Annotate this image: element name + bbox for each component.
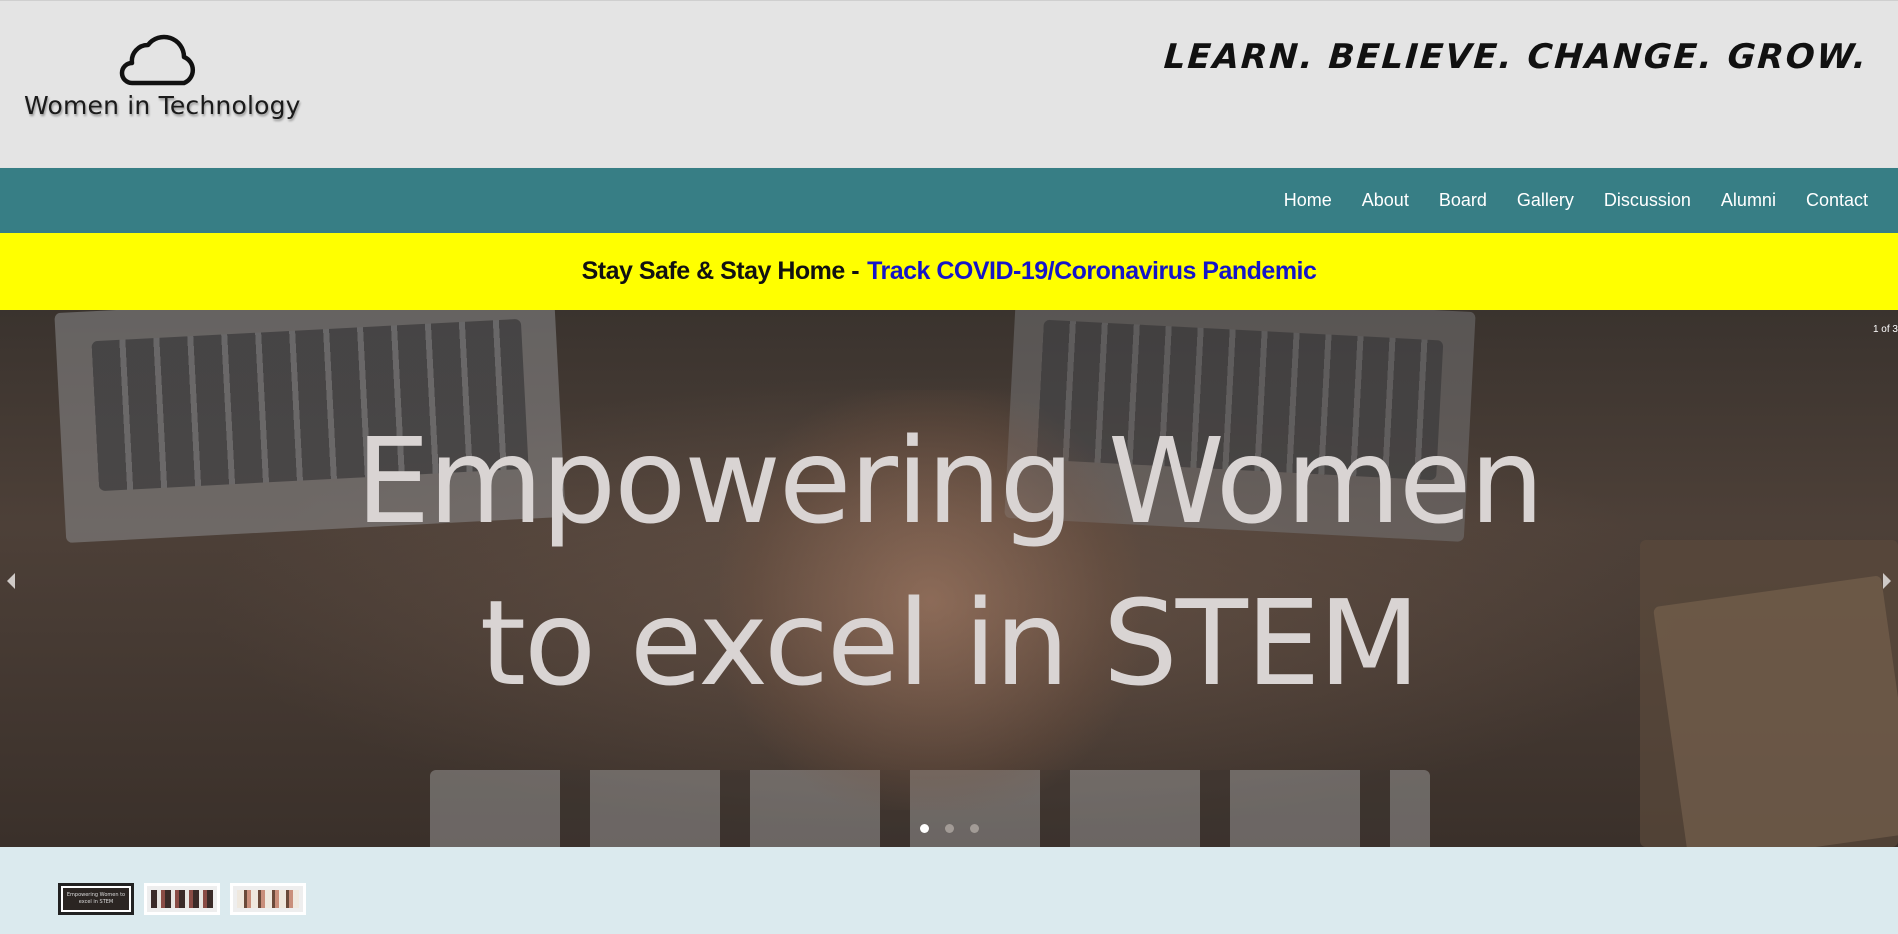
slide-dot-3[interactable]: [969, 824, 979, 833]
slide-dot-2[interactable]: [944, 824, 954, 833]
nav-item-contact[interactable]: Contact: [1806, 190, 1868, 211]
thumbnail-3-image: [237, 890, 299, 908]
hero-headline-line2: to excel in STEM: [479, 574, 1420, 712]
alert-text: Stay Safe & Stay Home -: [581, 257, 860, 285]
cloud-icon: [119, 34, 195, 86]
slide-dots: [0, 824, 1898, 833]
prev-slide-arrow-icon[interactable]: [6, 572, 16, 590]
covid-tracker-link[interactable]: Track COVID-19/Coronavirus Pandemic: [867, 257, 1317, 286]
nav-item-gallery[interactable]: Gallery: [1517, 190, 1574, 211]
nav-item-alumni[interactable]: Alumni: [1721, 190, 1776, 211]
hero-headline-line1: Empowering Women: [355, 412, 1545, 550]
next-slide-arrow-icon[interactable]: [1882, 572, 1892, 590]
site-tagline: LEARN. BELIEVE. CHANGE. GROW.: [1162, 37, 1870, 77]
thumbnail-1-caption: Empowering Women to excel in STEM: [66, 892, 126, 905]
slide-thumbnail-1[interactable]: Empowering Women to excel in STEM: [58, 883, 134, 915]
slide-thumbnail-3[interactable]: [230, 883, 306, 915]
hero-slider: Empowering Women to excel in STEM 1 of 3: [0, 310, 1898, 847]
thumbnail-2-image: [151, 890, 213, 908]
slide-dot-1[interactable]: [919, 824, 929, 833]
hero-headline: Empowering Women to excel in STEM: [0, 400, 1898, 724]
slide-counter: 1 of 3: [1872, 324, 1898, 335]
nav-item-about[interactable]: About: [1362, 190, 1409, 211]
logo-text: Women in Technology: [24, 91, 301, 120]
site-header: Women in Technology LEARN. BELIEVE. CHAN…: [0, 0, 1898, 168]
nav-item-home[interactable]: Home: [1284, 190, 1332, 211]
slide-thumbnails: Empowering Women to excel in STEM: [58, 883, 316, 919]
nav-item-discussion[interactable]: Discussion: [1604, 190, 1691, 211]
nav-item-board[interactable]: Board: [1439, 190, 1487, 211]
main-navigation: Home About Board Gallery Discussion Alum…: [0, 168, 1898, 233]
slide-thumbnail-2[interactable]: [144, 883, 220, 915]
covid-alert-bar: Stay Safe & Stay Home - Track COVID-19/C…: [0, 233, 1898, 310]
site-logo[interactable]: Women in Technology: [22, 31, 302, 126]
